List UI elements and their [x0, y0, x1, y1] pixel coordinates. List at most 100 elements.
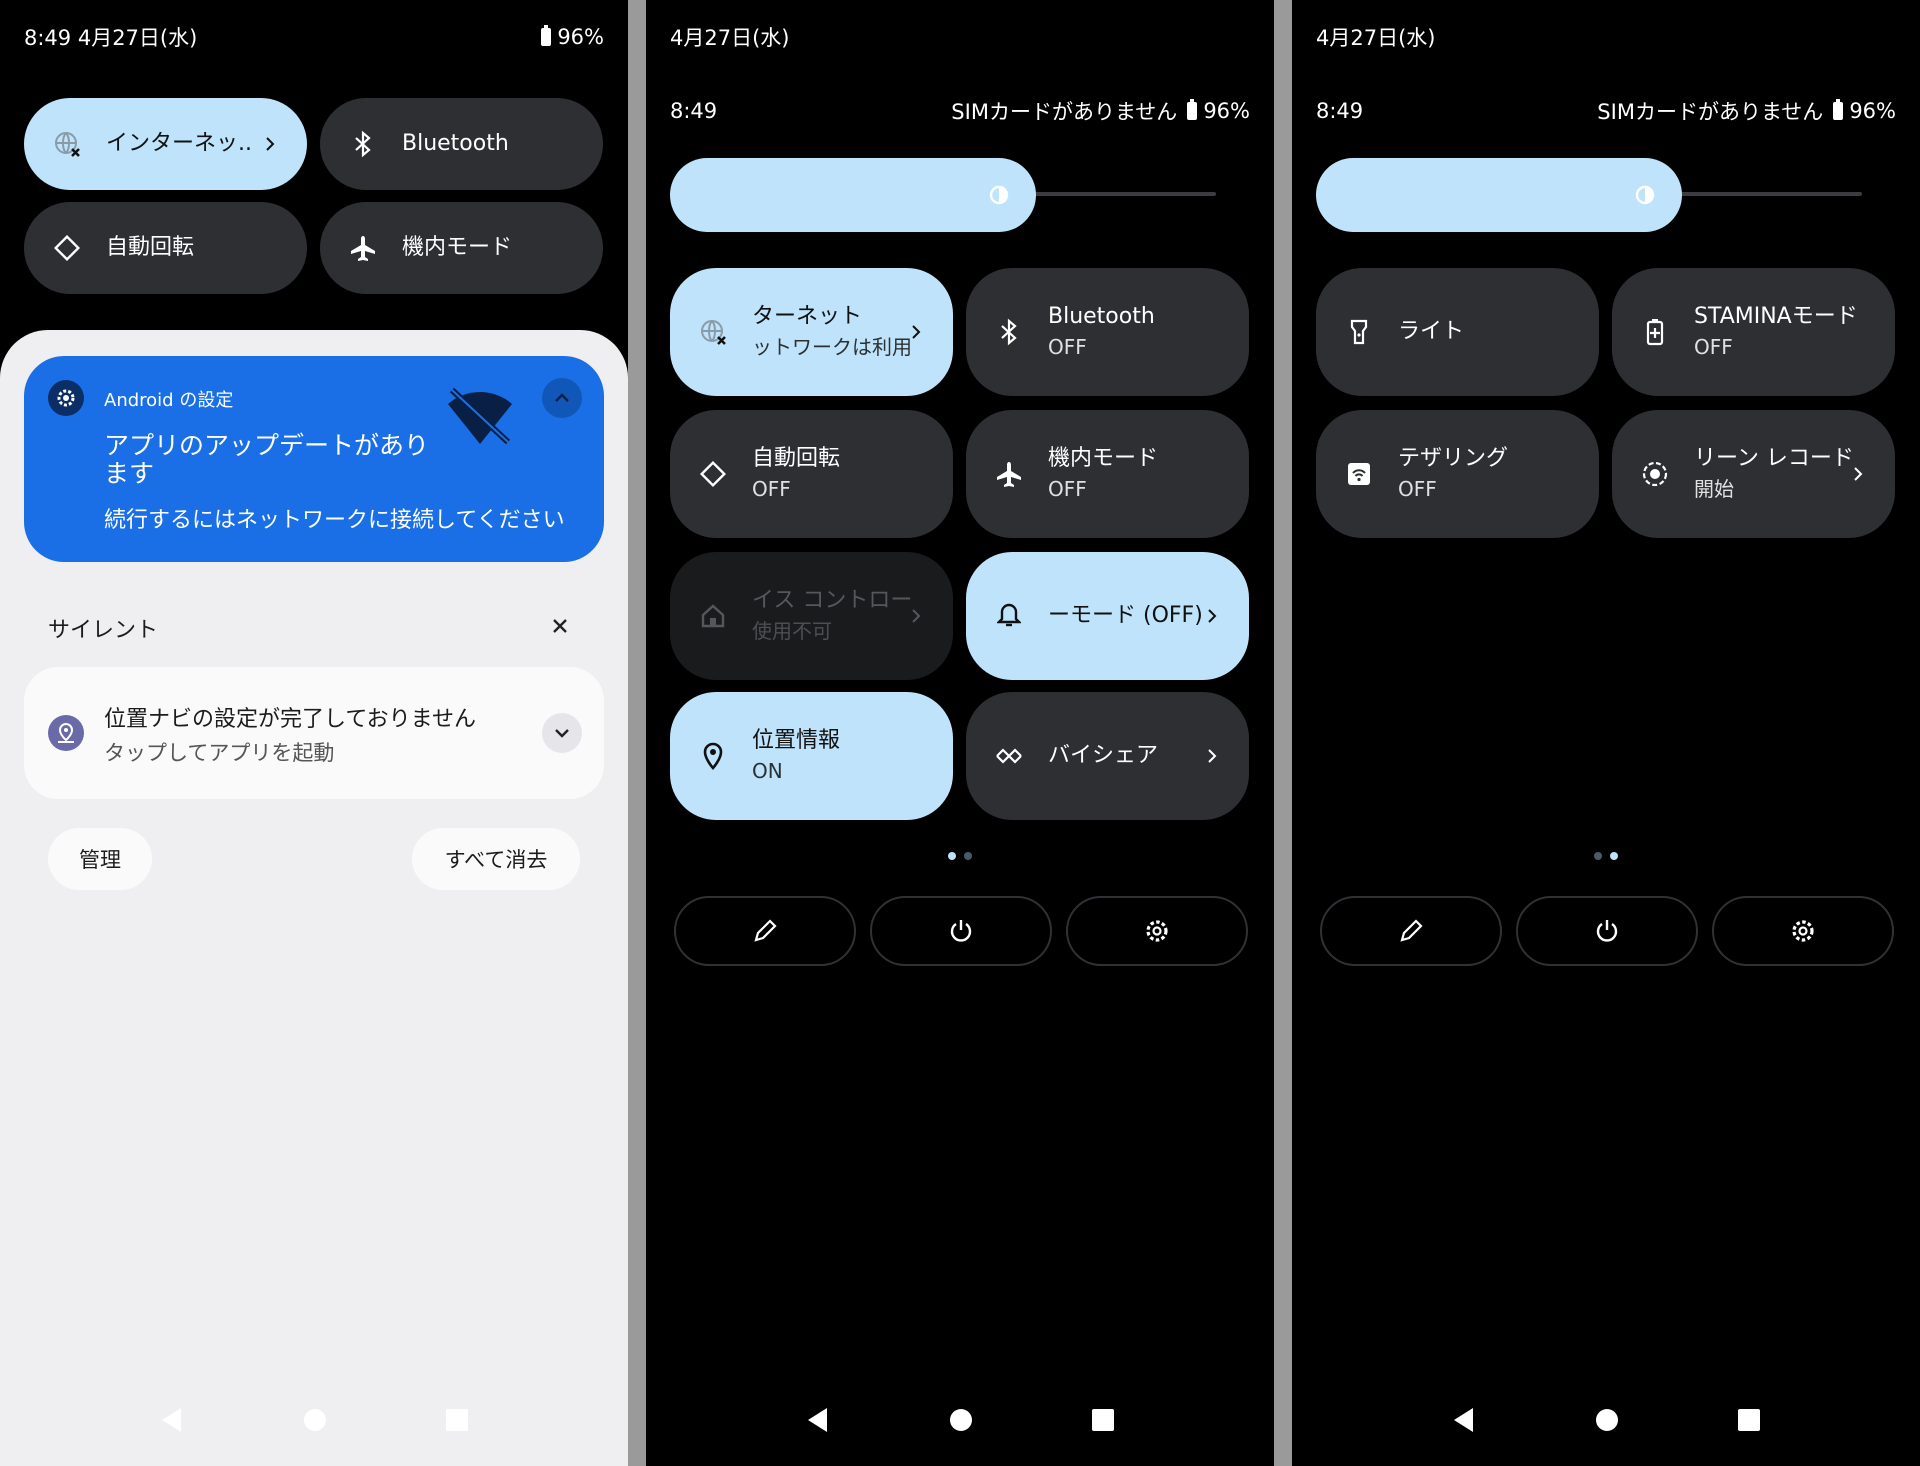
back-icon[interactable]: [1451, 1406, 1477, 1434]
sim-status: SIMカードがありません: [1597, 100, 1824, 124]
auto-rotate-icon: [696, 457, 730, 491]
tile-auto-rotate[interactable]: 自動回転: [24, 202, 307, 294]
tile-auto-rotate-label: 自動回転: [106, 235, 195, 260]
tile-label: ライト: [1398, 319, 1465, 344]
internet-off-icon: [50, 127, 84, 161]
brightness-slider[interactable]: [670, 158, 1036, 232]
tile-airplane[interactable]: 機内モード: [320, 202, 603, 294]
chevron-right-icon: [912, 609, 921, 623]
flashlight-icon: [1342, 315, 1376, 349]
status-time-date: 8:49 4月27日(水): [24, 26, 198, 50]
battery-icon: [1187, 99, 1198, 120]
gear-icon: [1146, 920, 1168, 942]
manage-button[interactable]: 管理: [48, 828, 152, 890]
battery-indicator: 96%: [541, 25, 604, 49]
battery-percent: 96%: [1203, 99, 1250, 123]
power-button[interactable]: [1516, 896, 1698, 966]
tile-airplane[interactable]: 機内モード OFF: [966, 410, 1249, 538]
tile-label: 自動回転: [752, 446, 841, 471]
location-icon: [696, 739, 730, 773]
tile-label: STAMINAモード: [1694, 304, 1858, 329]
status-date: 4月27日(水): [1316, 26, 1436, 50]
nearby-share-icon: [992, 739, 1026, 773]
tile-state: OFF: [1048, 335, 1087, 359]
status-time: 8:49: [1316, 99, 1364, 123]
status-time: 8:49: [670, 99, 718, 123]
tile-device-controls[interactable]: イス コントロー 使用不可: [670, 552, 953, 680]
bluetooth-icon: [992, 315, 1026, 349]
tile-label: イス コントロー: [752, 588, 913, 613]
battery-indicator: 96%: [1187, 99, 1250, 123]
home-button-icon[interactable]: [303, 1408, 327, 1432]
status-line: 8:49 SIMカードがありません 96%: [1316, 96, 1896, 126]
dismiss-silent-button[interactable]: [548, 614, 572, 638]
edit-button[interactable]: [1320, 896, 1502, 966]
quick-settings-page2: 4月27日(水) 8:49 SIMカードがありません 96% ライト STAMI…: [1292, 0, 1920, 1466]
battery-saver-icon: [1638, 315, 1672, 349]
tile-internet[interactable]: ターネット ットワークは利用: [670, 268, 953, 396]
qs-footer-buttons: [1320, 896, 1894, 966]
recents-icon[interactable]: [1091, 1408, 1115, 1432]
home-button-icon[interactable]: [1595, 1408, 1619, 1432]
tile-internet[interactable]: インターネッ..: [24, 98, 307, 190]
battery-percent: 96%: [1849, 99, 1896, 123]
battery-indicator: 96%: [1833, 99, 1896, 123]
bell-icon: [992, 599, 1026, 633]
screen-record-icon: [1638, 457, 1672, 491]
status-bar: 4月27日(水): [670, 22, 1250, 52]
location-nav-title: 位置ナビの設定が完了しておりません: [104, 707, 477, 732]
page-indicator: [948, 852, 972, 860]
status-line: 8:49 SIMカードがありません 96%: [670, 96, 1250, 126]
auto-rotate-icon: [50, 231, 84, 265]
page-dot: [1594, 852, 1602, 860]
edit-button[interactable]: [674, 896, 856, 966]
tile-tethering[interactable]: テザリング OFF: [1316, 410, 1599, 538]
page-dot-active: [948, 852, 956, 860]
tile-bluetooth[interactable]: Bluetooth: [320, 98, 603, 190]
clear-all-button[interactable]: すべて消去: [412, 828, 580, 890]
chevron-right-icon: [1208, 749, 1217, 763]
notification-app-update[interactable]: Android の設定 アプリのアップデートがあり ます 続行するにはネットワー…: [24, 356, 604, 562]
status-bar: 8:49 4月27日(水) 96%: [24, 22, 604, 52]
tile-state: ON: [752, 759, 783, 783]
silent-section-header: サイレント: [48, 618, 159, 643]
brightness-slider[interactable]: [1316, 158, 1682, 232]
page-indicator: [1594, 852, 1618, 860]
battery-icon: [1833, 99, 1844, 120]
tile-screen-record[interactable]: リーン レコード 開始: [1612, 410, 1895, 538]
wifi-off-icon: [444, 386, 516, 448]
back-icon[interactable]: [159, 1406, 185, 1434]
sim-status: SIMカードがありません: [951, 100, 1178, 124]
tile-label: 機内モード: [1048, 446, 1159, 471]
collapse-button[interactable]: [542, 378, 582, 418]
chevron-right-icon: [266, 137, 275, 151]
tile-bluetooth[interactable]: Bluetooth OFF: [966, 268, 1249, 396]
tile-label: リーン レコード: [1694, 446, 1854, 471]
tile-nearby-share[interactable]: バイシェア: [966, 692, 1249, 820]
notification-title-line1: アプリのアップデートがあり: [104, 431, 430, 460]
chevron-up-icon: [555, 393, 569, 402]
settings-button[interactable]: [1066, 896, 1248, 966]
tile-flashlight[interactable]: ライト: [1316, 268, 1599, 396]
tile-label: バイシェア: [1048, 743, 1159, 768]
tile-state: OFF: [1048, 477, 1087, 501]
tile-state: 開始: [1694, 477, 1734, 501]
recents-icon[interactable]: [445, 1408, 469, 1432]
tile-sound-mode[interactable]: ーモード (OFF): [966, 552, 1249, 680]
tile-label: Bluetooth: [1048, 304, 1155, 329]
back-icon[interactable]: [805, 1406, 831, 1434]
expand-button[interactable]: [542, 713, 582, 753]
settings-button[interactable]: [1712, 896, 1894, 966]
recents-icon[interactable]: [1737, 1408, 1761, 1432]
tile-stamina-mode[interactable]: STAMINAモード OFF: [1612, 268, 1895, 396]
home-button-icon[interactable]: [949, 1408, 973, 1432]
tile-label: ターネット: [752, 304, 863, 329]
notification-location-nav[interactable]: 位置ナビの設定が完了しておりません タップしてアプリを起動: [24, 667, 604, 799]
power-button[interactable]: [870, 896, 1052, 966]
tile-location[interactable]: 位置情報 ON: [670, 692, 953, 820]
status-bar: 4月27日(水): [1316, 22, 1896, 52]
tile-auto-rotate[interactable]: 自動回転 OFF: [670, 410, 953, 538]
brightness-icon: [984, 180, 1014, 210]
chevron-right-icon: [1854, 467, 1863, 481]
navigation-bar: [0, 1400, 628, 1440]
